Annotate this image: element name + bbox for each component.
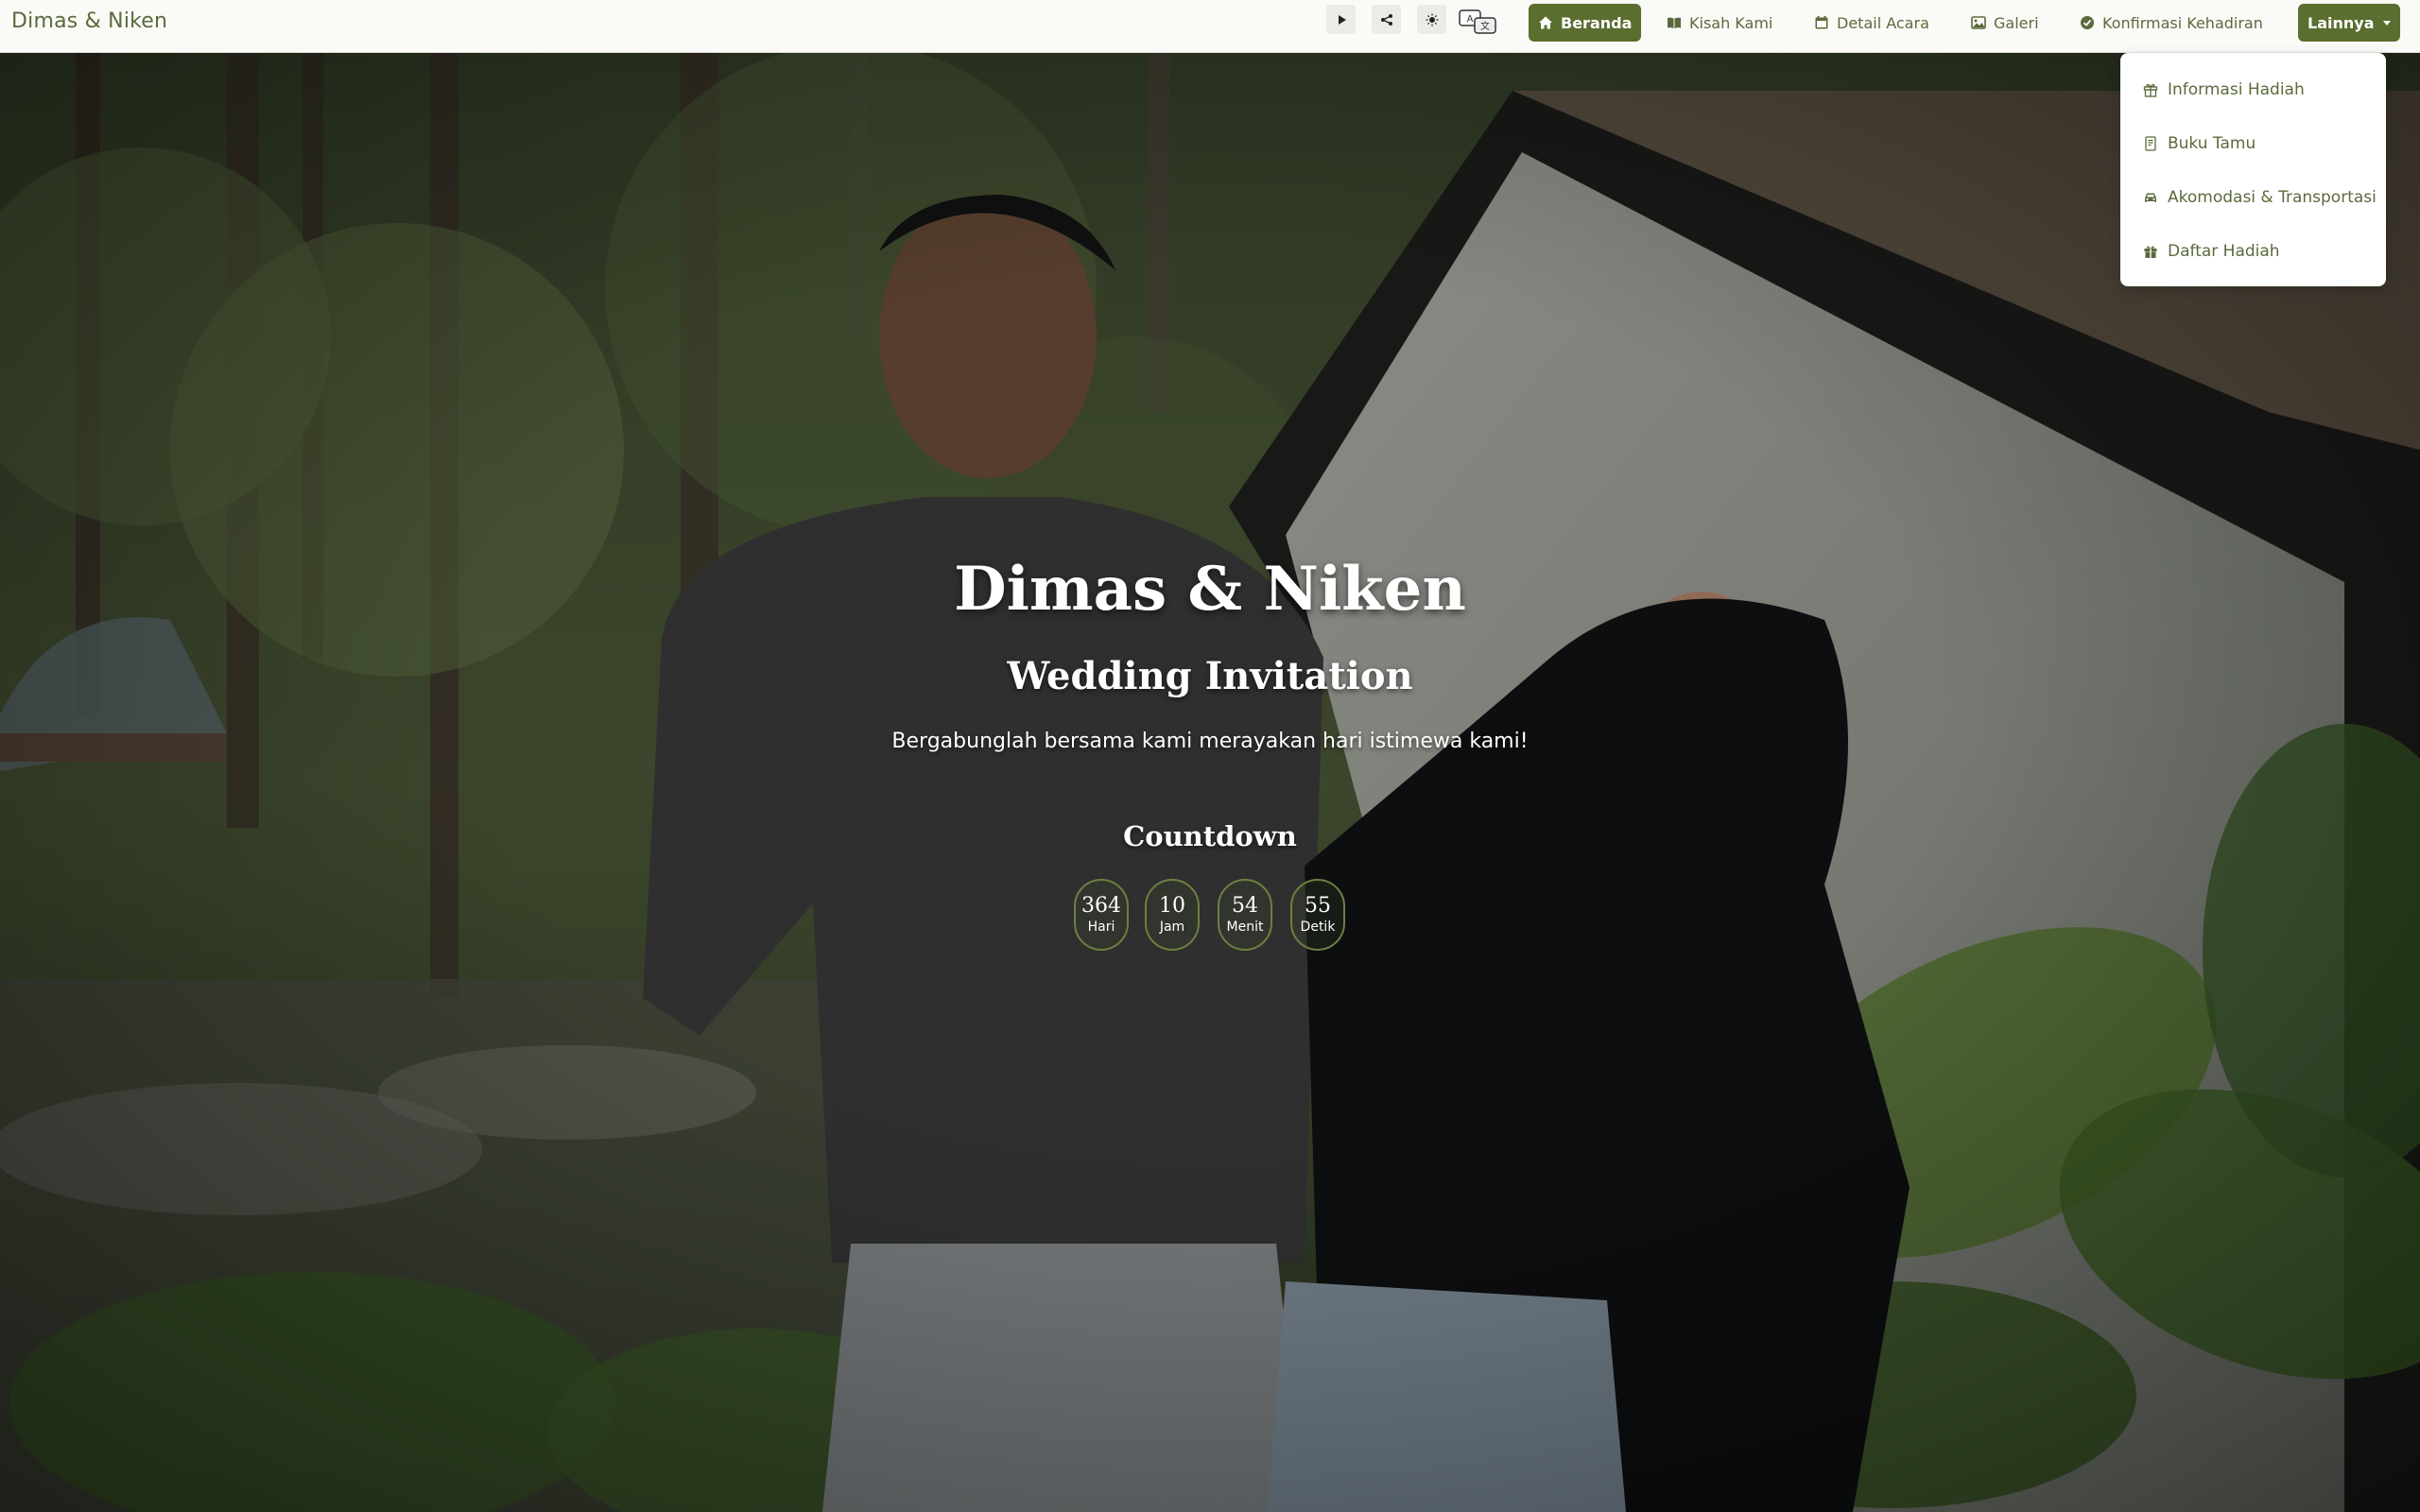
journal-icon [2145, 135, 2156, 151]
hero-title: Dimas & Niken [954, 554, 1466, 625]
dropdown-item-label: Informasi Hadiah [2168, 79, 2305, 99]
countdown-days-value: 364 [1081, 894, 1121, 918]
dropdown-item-label: Daftar Hadiah [2168, 241, 2280, 261]
lainnya-dropdown-menu: Informasi Hadiah Buku Tamu Akomodasi & T… [2120, 53, 2386, 286]
nav-galeri[interactable]: Galeri [1962, 4, 2048, 42]
car-icon [2145, 193, 2156, 202]
nav-beranda[interactable]: Beranda [1529, 4, 1642, 42]
countdown-days-label: Hari [1087, 919, 1115, 935]
book-icon [1668, 17, 1681, 28]
gift-outline-icon [2143, 83, 2158, 97]
dropdown-item-label: Buku Tamu [2168, 133, 2256, 153]
nav-konfirmasi-kehadiran[interactable]: Konfirmasi Kehadiran [2070, 4, 2273, 42]
nav-detail-acara[interactable]: Detail Acara [1805, 4, 1939, 42]
hero-subtitle: Wedding Invitation [1007, 654, 1413, 698]
svg-text:文: 文 [1480, 20, 1490, 32]
countdown-seconds-value: 55 [1305, 894, 1331, 918]
theme-toggle-button[interactable] [1417, 5, 1446, 34]
image-icon [1971, 16, 1986, 29]
nav-lainnya-dropdown[interactable]: Lainnya [2298, 4, 2401, 42]
brand-link[interactable]: Dimas & Niken [11, 9, 167, 33]
hero-tagline: Bergabunglah bersama kami merayakan hari… [891, 730, 1529, 753]
countdown-seconds-label: Detik [1300, 919, 1336, 935]
sun-icon [1426, 13, 1438, 26]
dropdown-item-akomodasi-transportasi[interactable]: Akomodasi & Transportasi [2120, 170, 2386, 224]
dropdown-item-label: Akomodasi & Transportasi [2168, 187, 2377, 207]
nav-lainnya-label: Lainnya [2308, 13, 2375, 32]
share-icon [1380, 13, 1392, 26]
svg-text:A: A [1467, 14, 1474, 25]
dropdown-item-daftar-hadiah[interactable]: Daftar Hadiah [2120, 224, 2386, 278]
hero-section: Dimas & Niken Wedding Invitation Bergabu… [0, 53, 2420, 1512]
gift-icon [2144, 246, 2157, 258]
nav-galeri-label: Galeri [1994, 13, 2039, 32]
countdown-minutes-value: 54 [1232, 894, 1258, 918]
play-music-button[interactable] [1326, 5, 1356, 34]
share-button[interactable] [1372, 5, 1401, 34]
dropdown-item-buku-tamu[interactable]: Buku Tamu [2120, 116, 2386, 170]
countdown-minutes-label: Menit [1226, 919, 1264, 935]
nav-kisah-kami-label: Kisah Kami [1689, 13, 1773, 32]
countdown-seconds: 55 Detik [1290, 879, 1345, 951]
countdown-minutes: 54 Menit [1218, 879, 1272, 951]
chevron-down-icon [2383, 20, 2392, 26]
countdown-hours: 10 Jam [1145, 879, 1200, 951]
nav-beranda-label: Beranda [1561, 13, 1633, 32]
calendar-icon [1815, 16, 1828, 29]
play-icon [1338, 14, 1346, 25]
countdown-hours-label: Jam [1159, 919, 1185, 935]
dropdown-item-informasi-hadiah[interactable]: Informasi Hadiah [2120, 62, 2386, 116]
countdown-title: Countdown [1123, 820, 1297, 852]
countdown-days: 364 Hari [1074, 879, 1129, 951]
translate-icon[interactable]: A 文 [1458, 8, 1499, 36]
nav-konfirmasi-kehadiran-label: Konfirmasi Kehadiran [2102, 13, 2263, 32]
navbar: Dimas & Niken A 文 Beranda Kisah Kami Det… [0, 0, 2420, 53]
countdown-hours-value: 10 [1159, 894, 1185, 918]
hero-content: Dimas & Niken Wedding Invitation Bergabu… [0, 53, 2420, 1512]
check-circle-icon [2081, 16, 2094, 29]
home-icon [1539, 16, 1552, 29]
nav-kisah-kami[interactable]: Kisah Kami [1657, 4, 1782, 42]
nav-detail-acara-label: Detail Acara [1837, 13, 1929, 32]
